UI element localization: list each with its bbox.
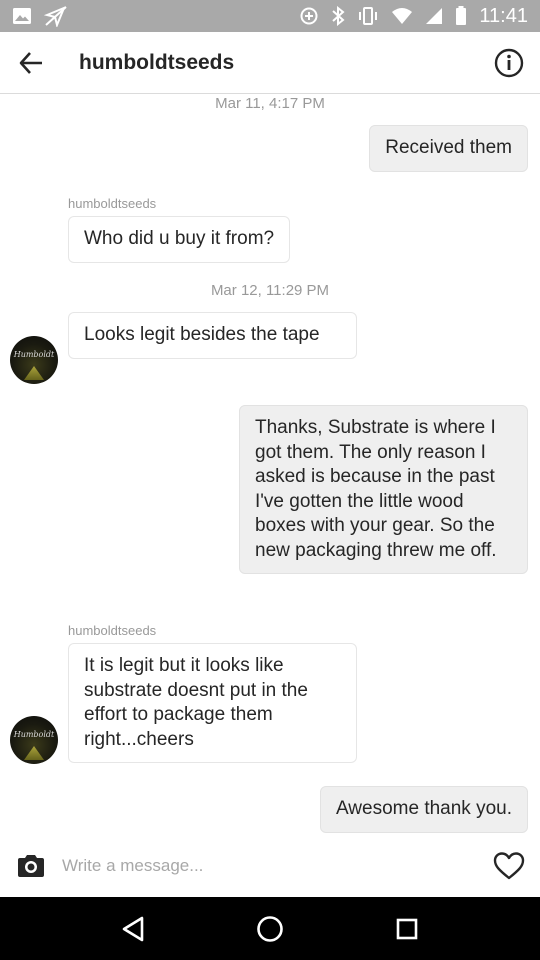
message-input[interactable] xyxy=(62,846,478,886)
system-nav-bar xyxy=(0,897,540,960)
incoming-message[interactable]: Looks legit besides the tape xyxy=(68,312,357,359)
sender-name: humboldtseeds xyxy=(68,196,157,211)
like-button[interactable] xyxy=(478,835,540,897)
status-right-icons: 11:41 xyxy=(299,5,528,28)
outgoing-message[interactable]: Received them xyxy=(369,125,528,172)
conversation-title[interactable]: humboldtseeds xyxy=(79,51,478,75)
outgoing-message[interactable]: Awesome thank you. xyxy=(319,786,528,833)
avatar-plant-graphic xyxy=(24,746,44,760)
bluetooth-icon xyxy=(332,6,345,26)
message-thread[interactable]: Mar 11, 4:17 PM Received them humboldtse… xyxy=(0,95,540,835)
nav-back-button[interactable] xyxy=(103,899,163,959)
heart-icon xyxy=(493,852,525,880)
cell-signal-icon xyxy=(426,8,443,24)
image-icon xyxy=(13,8,31,24)
avatar[interactable]: Humboldt xyxy=(10,716,58,764)
info-button[interactable] xyxy=(478,32,540,94)
avatar-logo-text: Humboldt xyxy=(13,350,55,359)
camera-icon xyxy=(18,855,44,877)
status-left-icons xyxy=(12,5,68,27)
no-location-icon xyxy=(44,6,67,27)
status-time: 11:41 xyxy=(479,4,528,27)
camera-button[interactable] xyxy=(0,835,62,897)
data-saver-icon xyxy=(300,7,318,25)
home-circle-icon xyxy=(257,915,283,942)
nav-recents-button[interactable] xyxy=(377,899,437,959)
arrow-left-icon xyxy=(19,51,42,74)
back-triangle-icon xyxy=(122,916,143,941)
recents-square-icon xyxy=(397,918,418,939)
avatar[interactable]: Humboldt xyxy=(10,336,58,384)
incoming-message[interactable]: Who did u buy it from? xyxy=(68,216,291,263)
timestamp: Mar 11, 4:17 PM xyxy=(215,95,325,112)
status-bar: 11:41 xyxy=(0,0,540,32)
sender-name: humboldtseeds xyxy=(68,623,157,638)
avatar-plant-graphic xyxy=(24,366,44,380)
incoming-message[interactable]: It is legit but it looks like substrate … xyxy=(68,643,357,763)
battery-icon xyxy=(456,6,467,25)
nav-home-button[interactable] xyxy=(240,899,300,959)
back-button[interactable] xyxy=(0,32,62,94)
avatar-logo-text: Humboldt xyxy=(13,730,55,739)
vibrate-icon xyxy=(359,7,378,25)
message-composer xyxy=(0,835,540,897)
outgoing-message[interactable]: Thanks, Substrate is where I got them. T… xyxy=(239,405,528,574)
conversation-header: humboldtseeds xyxy=(0,32,540,94)
info-icon xyxy=(494,48,524,77)
wifi-icon xyxy=(392,8,413,24)
timestamp: Mar 12, 11:29 PM xyxy=(210,282,330,299)
